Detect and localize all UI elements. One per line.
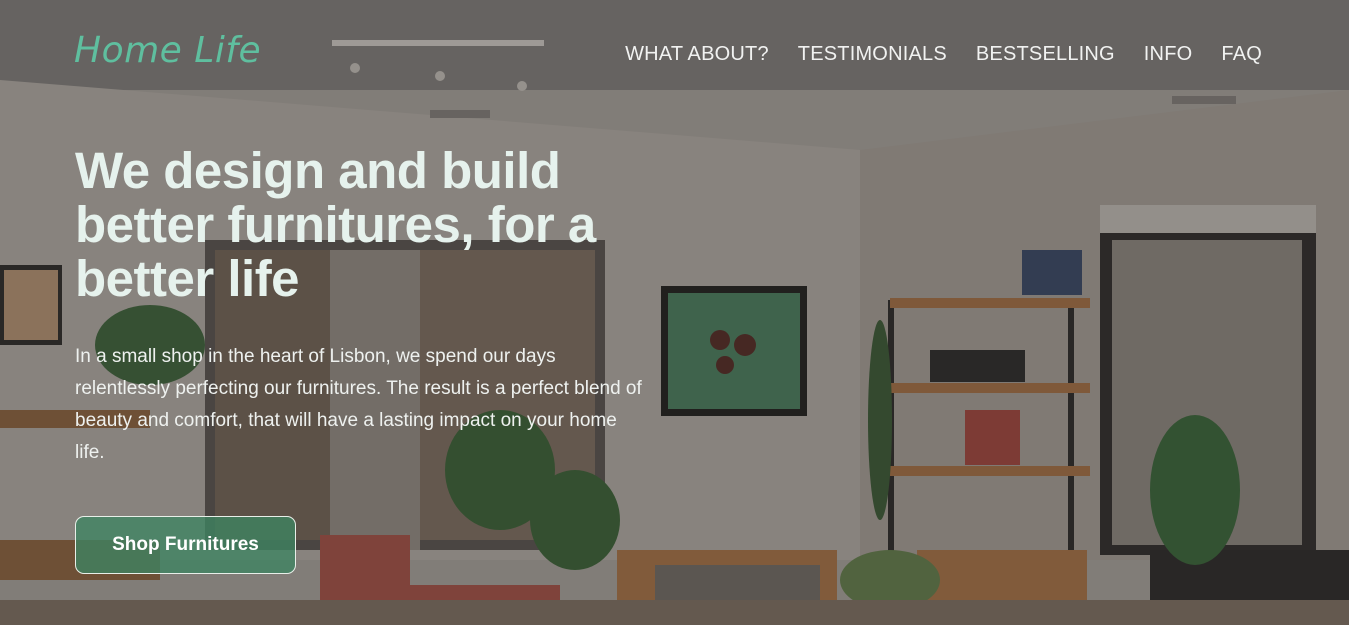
brand-logo[interactable]: Home Life — [74, 30, 261, 71]
shop-furnitures-button[interactable]: Shop Furnitures — [75, 516, 296, 574]
hero-description: In a small shop in the heart of Lisbon, … — [75, 346, 642, 463]
hero-title: We design and build better furnitures, f… — [75, 142, 596, 307]
nav-link-faq[interactable]: FAQ — [1221, 43, 1262, 66]
nav-link-testimonials[interactable]: TESTIMONIALS — [798, 43, 947, 66]
nav-link-info[interactable]: INFO — [1144, 43, 1193, 66]
main-navigation: WHAT ABOUT? TESTIMONIALS BESTSELLING INF… — [625, 43, 1262, 66]
nav-link-what-about[interactable]: WHAT ABOUT? — [625, 43, 769, 66]
nav-link-bestselling[interactable]: BESTSELLING — [976, 43, 1115, 66]
